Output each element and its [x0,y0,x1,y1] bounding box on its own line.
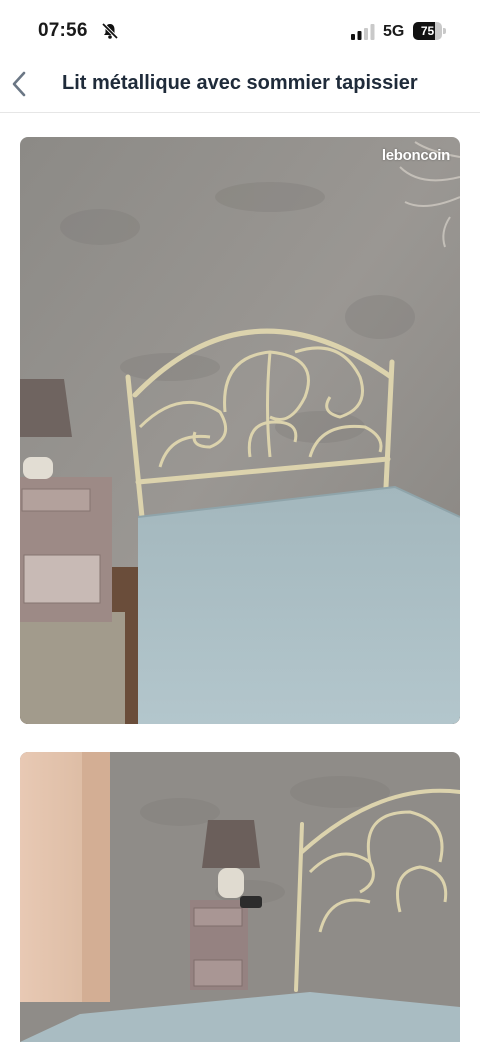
listing-photo-1[interactable]: leboncoin [20,137,460,724]
battery-level: 75 [420,24,435,38]
bed-photo-image [20,137,460,724]
listing-photo-2[interactable] [20,752,460,1042]
status-time: 07:56 [38,20,88,41]
bed-photo-image-2 [20,752,460,1042]
battery-icon: 75 [413,22,447,40]
page-title: Lit métallique avec sommier tapissier [62,72,418,94]
chevron-left-icon[interactable] [6,66,34,102]
status-bar: 07:56 5G 75 [0,0,480,56]
bell-slash-icon [101,22,119,40]
watermark-logo: leboncoin [381,147,450,164]
navigation-bar: Lit métallique avec sommier tapissier [0,56,480,113]
network-label: 5G [383,23,405,40]
signal-bars-icon [351,24,375,40]
